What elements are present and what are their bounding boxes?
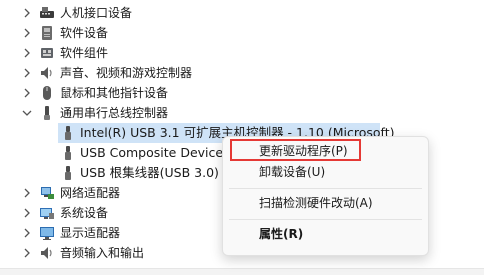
chevron-down-icon[interactable]	[22, 103, 32, 123]
tree-category-label: 音频输入和输出	[60, 246, 145, 260]
hid-icon	[39, 5, 55, 21]
audio-io-icon	[39, 245, 55, 261]
tree-category-label: 鼠标和其他指针设备	[60, 86, 169, 100]
horizontal-scrollbar[interactable]	[0, 268, 484, 275]
usb-plug-icon	[60, 125, 76, 141]
chevron-right-icon[interactable]	[22, 183, 32, 203]
tree-category-label: 显示适配器	[60, 226, 121, 240]
system-device-icon	[39, 205, 55, 221]
tree-category-label: 通用串行总线控制器	[60, 106, 169, 120]
tree-category-label: 网络适配器	[60, 186, 121, 200]
chevron-right-icon[interactable]	[22, 83, 32, 103]
tree-device-label: USB Composite Device	[80, 145, 224, 160]
chevron-right-icon[interactable]	[22, 203, 32, 223]
menu-item-properties[interactable]: 属性(R)	[223, 223, 428, 245]
chevron-right-icon[interactable]	[22, 223, 32, 243]
network-adapter-icon	[39, 185, 55, 201]
device-manager-window: 人机接口设备 软件设备 软件组件 声音、视频和游戏控制器 鼠标和其他指针设备 通…	[0, 0, 484, 275]
chevron-right-icon[interactable]	[22, 63, 32, 83]
tree-category-label: 软件设备	[60, 26, 109, 40]
usb-controller-icon	[39, 105, 55, 121]
chevron-right-icon[interactable]	[22, 23, 32, 43]
usb-plug-icon	[60, 145, 76, 161]
tree-category-label: 声音、视频和游戏控制器	[60, 66, 193, 80]
chevron-right-icon[interactable]	[22, 43, 32, 63]
tree-category-label: 软件组件	[60, 46, 109, 60]
display-adapter-icon	[39, 225, 55, 241]
menu-item-scan-hardware-changes[interactable]: 扫描检测硬件改动(A)	[223, 192, 428, 214]
software-device-icon	[39, 25, 55, 41]
software-component-icon	[39, 45, 55, 61]
mouse-icon	[39, 85, 55, 101]
tree-device-label: USB 根集线器(USB 3.0)	[80, 165, 219, 180]
tree-category-label: 人机接口设备	[60, 6, 133, 20]
chevron-right-icon[interactable]	[22, 3, 32, 23]
menu-item-uninstall-device[interactable]: 卸载设备(U)	[223, 161, 428, 183]
chevron-right-icon[interactable]	[22, 243, 32, 263]
menu-separator	[229, 219, 422, 220]
usb-plug-icon	[60, 165, 76, 181]
menu-separator	[229, 188, 422, 189]
speaker-icon	[39, 65, 55, 81]
red-highlight-box	[230, 139, 361, 161]
tree-category-label: 系统设备	[60, 206, 109, 220]
